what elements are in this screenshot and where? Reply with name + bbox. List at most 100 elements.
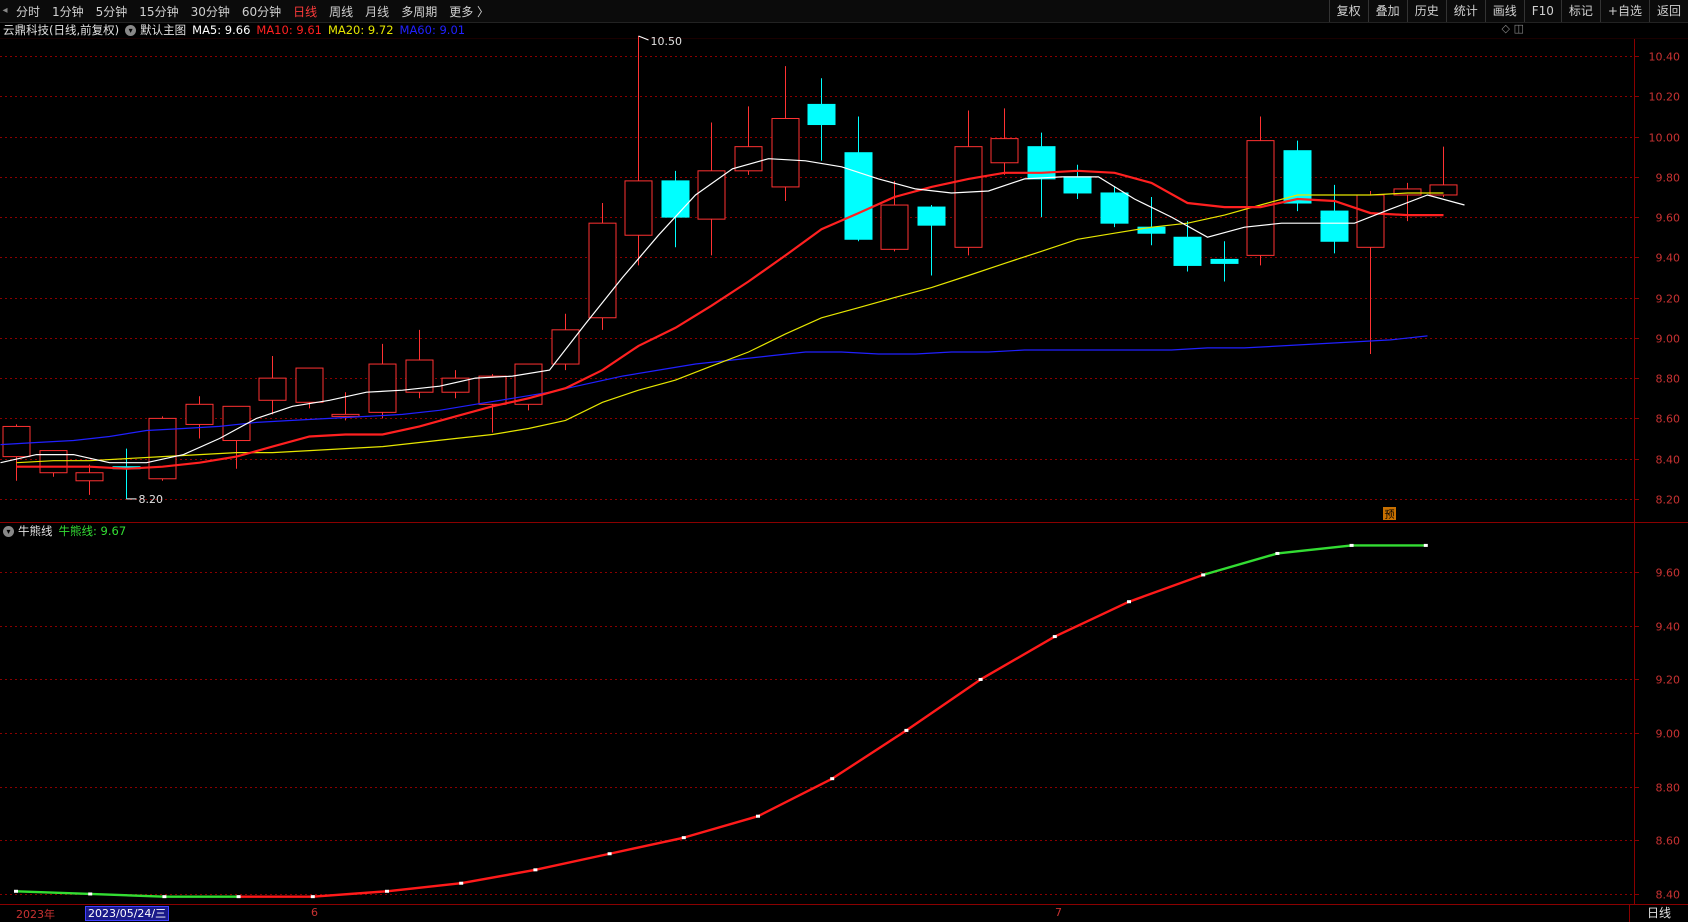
candle xyxy=(917,205,946,276)
candle xyxy=(2,424,31,481)
year-label: 2023年 xyxy=(16,908,55,921)
candle xyxy=(588,203,617,330)
sub-axis-tick-label: 8.60 xyxy=(1656,835,1681,848)
candle-body xyxy=(1100,192,1129,224)
candle xyxy=(1137,196,1166,246)
candle-body xyxy=(954,146,983,248)
date-axis: 2023年 2023/05/24/三 6 7 日线 xyxy=(0,904,1688,922)
candle xyxy=(185,396,214,439)
high-price-label: 10.50 xyxy=(651,35,683,48)
sub-axis-tick-label: 8.80 xyxy=(1656,782,1681,795)
pre-marker-badge: 预 xyxy=(1383,507,1396,521)
candle-body xyxy=(917,206,946,226)
bull-bear-point xyxy=(162,895,167,899)
pre-marker-text: 预 xyxy=(1385,509,1395,521)
candle-body xyxy=(148,417,177,480)
high-pointer xyxy=(638,35,649,41)
candle xyxy=(954,110,983,256)
bull-bear-point xyxy=(904,728,909,732)
main-axis-tick-label: 10.40 xyxy=(1649,51,1681,64)
bull-bear-segment xyxy=(385,882,463,893)
candle xyxy=(368,343,397,419)
candle xyxy=(661,170,690,248)
bull-bear-point xyxy=(385,889,389,893)
candle xyxy=(1429,146,1458,197)
bull-bear-segment xyxy=(979,635,1057,681)
bull-bear-segment xyxy=(905,678,982,732)
bull-bear-segment xyxy=(1276,544,1353,555)
bull-bear-point xyxy=(1052,635,1057,639)
kline-chart[interactable]: 10.40 10.20 10.00 9.80 9.60 9.40 9.20 9.00 8.80 8… xyxy=(0,0,1688,904)
candle-body xyxy=(1063,176,1092,194)
candle-body xyxy=(331,413,360,417)
candle-body xyxy=(807,103,836,126)
sub-axis-tick-label: 9.60 xyxy=(1656,567,1681,580)
candle xyxy=(1027,132,1056,218)
candle-body xyxy=(661,180,690,218)
bull-bear-segment xyxy=(1053,600,1131,638)
candle-body xyxy=(551,329,580,365)
bull-bear-point xyxy=(1349,543,1354,547)
candle xyxy=(990,108,1019,175)
bull-bear-point xyxy=(1201,573,1206,577)
bull-bear-point xyxy=(14,889,18,893)
bull-bear-point xyxy=(1275,551,1280,555)
candle xyxy=(258,355,287,415)
bull-bear-segment xyxy=(831,729,908,780)
candle-body xyxy=(1320,210,1349,242)
bull-bear-segment xyxy=(311,890,389,898)
bull-bear-point xyxy=(459,881,464,885)
ma5-line xyxy=(0,158,1465,464)
bull-bear-point xyxy=(1127,600,1131,604)
bull-bear-segment xyxy=(460,868,537,885)
bull-bear-segment xyxy=(756,777,834,818)
candle-body xyxy=(258,377,287,401)
bull-bear-segment xyxy=(682,815,760,839)
candle xyxy=(844,116,873,242)
candle-body xyxy=(1027,146,1056,180)
bull-bear-point xyxy=(681,836,686,840)
bull-bear-segment xyxy=(88,892,166,898)
main-axis-tick-label: 9.40 xyxy=(1656,252,1681,265)
candle-body xyxy=(368,363,397,413)
bull-bear-point xyxy=(88,892,93,896)
sub-axis-tick-label: 9.20 xyxy=(1656,674,1681,687)
bull-bear-segment xyxy=(14,890,92,896)
candle xyxy=(1173,221,1202,272)
candle-body xyxy=(1210,258,1239,264)
candle xyxy=(1210,241,1239,282)
candle xyxy=(880,180,909,252)
candle xyxy=(112,448,141,499)
bull-bear-point xyxy=(830,777,835,781)
main-axis-tick-label: 10.20 xyxy=(1649,91,1681,104)
period-button[interactable]: 日线 xyxy=(1629,905,1688,922)
cursor-date: 2023/05/24/三 xyxy=(85,906,170,921)
candle-body xyxy=(624,180,653,236)
sub-axis-tick-label: 9.40 xyxy=(1656,621,1681,634)
bull-bear-segment xyxy=(1127,573,1205,603)
bull-bear-point xyxy=(310,895,315,899)
candle xyxy=(148,416,177,481)
bull-bear-point xyxy=(756,814,760,818)
candle-body xyxy=(1137,226,1166,234)
candle-body xyxy=(697,170,726,220)
main-axis-tick-label: 8.20 xyxy=(1656,494,1681,507)
candle-body xyxy=(295,367,324,403)
month-6-label: 6 xyxy=(311,906,318,919)
main-axis-tick-label: 8.60 xyxy=(1656,413,1681,426)
candle-body xyxy=(771,117,800,188)
candle xyxy=(807,78,836,161)
candle xyxy=(514,363,543,411)
candle-body xyxy=(1173,236,1202,266)
bull-bear-point xyxy=(607,852,612,856)
low-price-label: 8.20 xyxy=(139,493,164,506)
candle xyxy=(75,464,104,495)
main-axis-tick-label: 8.80 xyxy=(1656,373,1681,386)
ma60-line xyxy=(0,335,1428,446)
bull-bear-point xyxy=(978,677,983,681)
candle xyxy=(771,66,800,202)
candle-body xyxy=(2,425,31,458)
main-axis-tick-label: 9.00 xyxy=(1656,333,1681,346)
candle xyxy=(1246,116,1275,266)
candle-body xyxy=(990,138,1019,164)
